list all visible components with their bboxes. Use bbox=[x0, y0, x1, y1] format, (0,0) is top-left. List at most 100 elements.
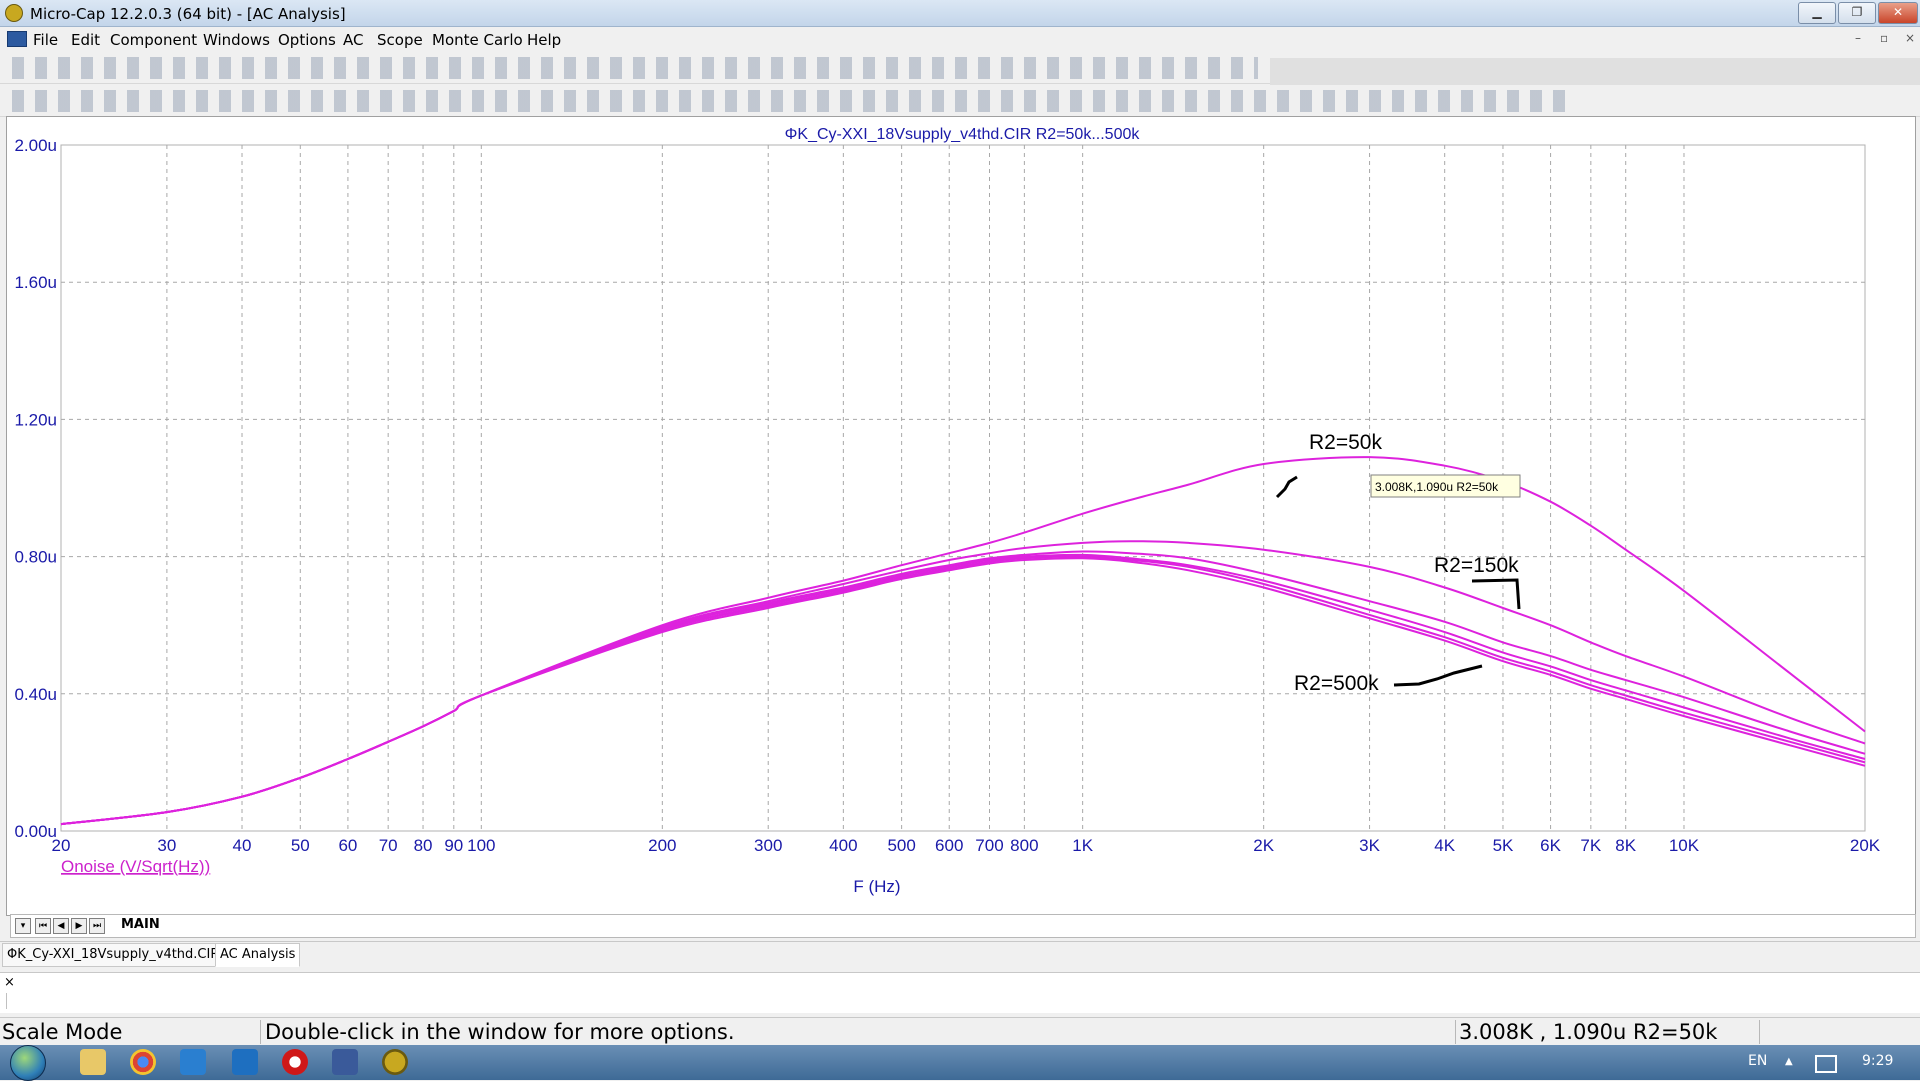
x-tick-label: 60 bbox=[338, 836, 357, 855]
onoise-series-1[interactable] bbox=[60, 456, 1866, 826]
app-launcher-icon[interactable] bbox=[232, 1049, 258, 1075]
tab-ac-analysis[interactable]: AC Analysis bbox=[215, 943, 301, 967]
x-tick-label: 80 bbox=[414, 836, 433, 855]
x-tick-label: 70 bbox=[379, 836, 398, 855]
x-tick-label: 20K bbox=[1850, 836, 1881, 855]
menu-bar: File Edit Component Windows Options AC S… bbox=[0, 27, 1920, 51]
menu-file[interactable]: File bbox=[33, 31, 58, 49]
menu-edit[interactable]: Edit bbox=[71, 31, 100, 49]
x-tick-label: 30 bbox=[157, 836, 176, 855]
menu-scope[interactable]: Scope bbox=[377, 31, 423, 49]
x-tick-label: 10K bbox=[1669, 836, 1700, 855]
mdi-minimize-button[interactable]: – bbox=[1855, 31, 1861, 45]
sheet-first-button[interactable]: ⏮ bbox=[35, 918, 51, 934]
status-bar: Scale Mode Double-click in the window fo… bbox=[0, 1017, 1920, 1046]
explorer-icon[interactable] bbox=[80, 1049, 106, 1075]
y-tick-label: 2.00u bbox=[14, 136, 57, 155]
tray-expand-arrow[interactable]: ▲ bbox=[1785, 1056, 1793, 1067]
analysis-toolbar bbox=[0, 85, 1920, 117]
x-axis-label: F (Hz) bbox=[853, 877, 900, 896]
x-tick-label: 500 bbox=[887, 836, 915, 855]
sheet-menu-button[interactable]: ▾ bbox=[15, 918, 31, 934]
y-tick-label: 1.20u bbox=[14, 410, 57, 429]
microcap-app-icon[interactable] bbox=[5, 4, 23, 22]
x-tick-label: 7K bbox=[1580, 836, 1601, 855]
y-tick-label: 0.40u bbox=[14, 685, 57, 704]
x-tick-label: 6K bbox=[1540, 836, 1561, 855]
window-title: Micro-Cap 12.2.0.3 (64 bit) - [AC Analys… bbox=[30, 5, 346, 23]
x-tick-label: 100 bbox=[467, 836, 495, 855]
y-tick-label: 0.00u bbox=[14, 822, 57, 841]
minimize-button[interactable]: ▁ bbox=[1798, 2, 1836, 24]
opera-icon[interactable] bbox=[282, 1049, 308, 1075]
menu-windows[interactable]: Windows bbox=[203, 31, 270, 49]
menu-monte-carlo[interactable]: Monte Carlo bbox=[432, 31, 523, 49]
y-tick-label: 0.80u bbox=[14, 548, 57, 567]
x-tick-label: 300 bbox=[754, 836, 782, 855]
language-indicator[interactable]: EN bbox=[1748, 1053, 1767, 1069]
tab-circuit-file[interactable]: ΦK_Cy-XXI_18Vsupply_v4thd.CIR bbox=[2, 943, 225, 967]
mdi-close-button[interactable]: × bbox=[1905, 31, 1915, 45]
x-tick-label: 800 bbox=[1010, 836, 1038, 855]
menu-component[interactable]: Component bbox=[110, 31, 197, 49]
onoise-series-3[interactable] bbox=[60, 550, 1866, 826]
x-tick-label: 5K bbox=[1493, 836, 1514, 855]
microcap-task-icon[interactable] bbox=[382, 1049, 408, 1075]
status-mode: Scale Mode bbox=[0, 1020, 261, 1044]
onoise-series-2[interactable] bbox=[60, 540, 1866, 826]
x-tick-label: 2K bbox=[1253, 836, 1274, 855]
sheet-prev-button[interactable]: ◀ bbox=[53, 918, 69, 934]
x-tick-label: 400 bbox=[829, 836, 857, 855]
output-pane-close[interactable]: × bbox=[4, 975, 15, 990]
onoise-series-6[interactable] bbox=[60, 557, 1866, 826]
taskbar: EN ▲ 9:29 bbox=[0, 1045, 1920, 1081]
restore-button[interactable]: ❐ bbox=[1838, 2, 1876, 24]
onoise-chart[interactable]: ΦK_Cy-XXI_18Vsupply_v4thd.CIR R2=50k...5… bbox=[7, 117, 1915, 915]
document-icon[interactable] bbox=[7, 31, 27, 47]
chrome-icon[interactable] bbox=[130, 1049, 156, 1075]
ie-icon[interactable] bbox=[180, 1049, 206, 1075]
annotation-r2-150k: R2=150k bbox=[1434, 554, 1519, 577]
chart-title: ΦK_Cy-XXI_18Vsupply_v4thd.CIR R2=50k...5… bbox=[785, 126, 1141, 143]
toolbar-empty-area bbox=[1270, 58, 1920, 85]
x-tick-label: 3K bbox=[1359, 836, 1380, 855]
output-divider bbox=[6, 993, 7, 1009]
clock[interactable]: 9:29 bbox=[1862, 1053, 1893, 1069]
plot-window[interactable]: ΦK_Cy-XXI_18Vsupply_v4thd.CIR R2=50k...5… bbox=[6, 116, 1916, 916]
plot-border bbox=[60, 144, 1866, 832]
x-tick-label: 200 bbox=[648, 836, 676, 855]
x-tick-label: 90 bbox=[444, 836, 463, 855]
x-tick-label: 50 bbox=[291, 836, 310, 855]
title-bar: Micro-Cap 12.2.0.3 (64 bit) - [AC Analys… bbox=[0, 0, 1920, 27]
status-hint: Double-click in the window for more opti… bbox=[263, 1020, 1456, 1044]
status-cursor-readout: 3.008K , 1.090u R2=50k bbox=[1457, 1020, 1760, 1044]
x-tick-label: 40 bbox=[233, 836, 252, 855]
cursor-tooltip: 3.008K,1.090u R2=50k bbox=[1375, 480, 1499, 494]
document-tabs: ΦK_Cy-XXI_18Vsupply_v4thd.CIR AC Analysi… bbox=[0, 941, 1920, 968]
y-axis-label[interactable]: Onoise (V/Sqrt(Hz)) bbox=[61, 857, 210, 876]
sheet-tab-main[interactable]: MAIN bbox=[121, 917, 160, 932]
output-pane: × bbox=[0, 972, 1920, 1013]
save-app-icon[interactable] bbox=[332, 1049, 358, 1075]
annotation-leader-500k bbox=[1393, 664, 1483, 687]
annotation-r2-500k: R2=500k bbox=[1294, 672, 1379, 695]
sheet-next-button[interactable]: ▶ bbox=[71, 918, 87, 934]
main-toolbar-icons[interactable] bbox=[8, 57, 1258, 79]
sheet-last-button[interactable]: ⏭ bbox=[89, 918, 105, 934]
annotation-leader-50k bbox=[1275, 475, 1298, 499]
menu-help[interactable]: Help bbox=[527, 31, 561, 49]
sheet-tab-bar: ▾ ⏮ ◀ ▶ ⏭ MAIN bbox=[10, 914, 1916, 938]
x-tick-label: 600 bbox=[935, 836, 963, 855]
y-tick-label: 1.60u bbox=[14, 273, 57, 292]
analysis-toolbar-icons[interactable] bbox=[8, 90, 1568, 112]
network-icon[interactable] bbox=[1815, 1055, 1837, 1073]
x-tick-label: 8K bbox=[1615, 836, 1636, 855]
x-tick-label: 4K bbox=[1434, 836, 1455, 855]
menu-options[interactable]: Options bbox=[278, 31, 336, 49]
close-button[interactable]: ✕ bbox=[1878, 2, 1918, 24]
x-tick-label: 1K bbox=[1072, 836, 1093, 855]
menu-ac[interactable]: AC bbox=[343, 31, 363, 49]
annotation-r2-50k: R2=50k bbox=[1309, 431, 1382, 454]
mdi-restore-button[interactable]: ▫ bbox=[1880, 31, 1888, 45]
start-button[interactable] bbox=[10, 1045, 46, 1081]
